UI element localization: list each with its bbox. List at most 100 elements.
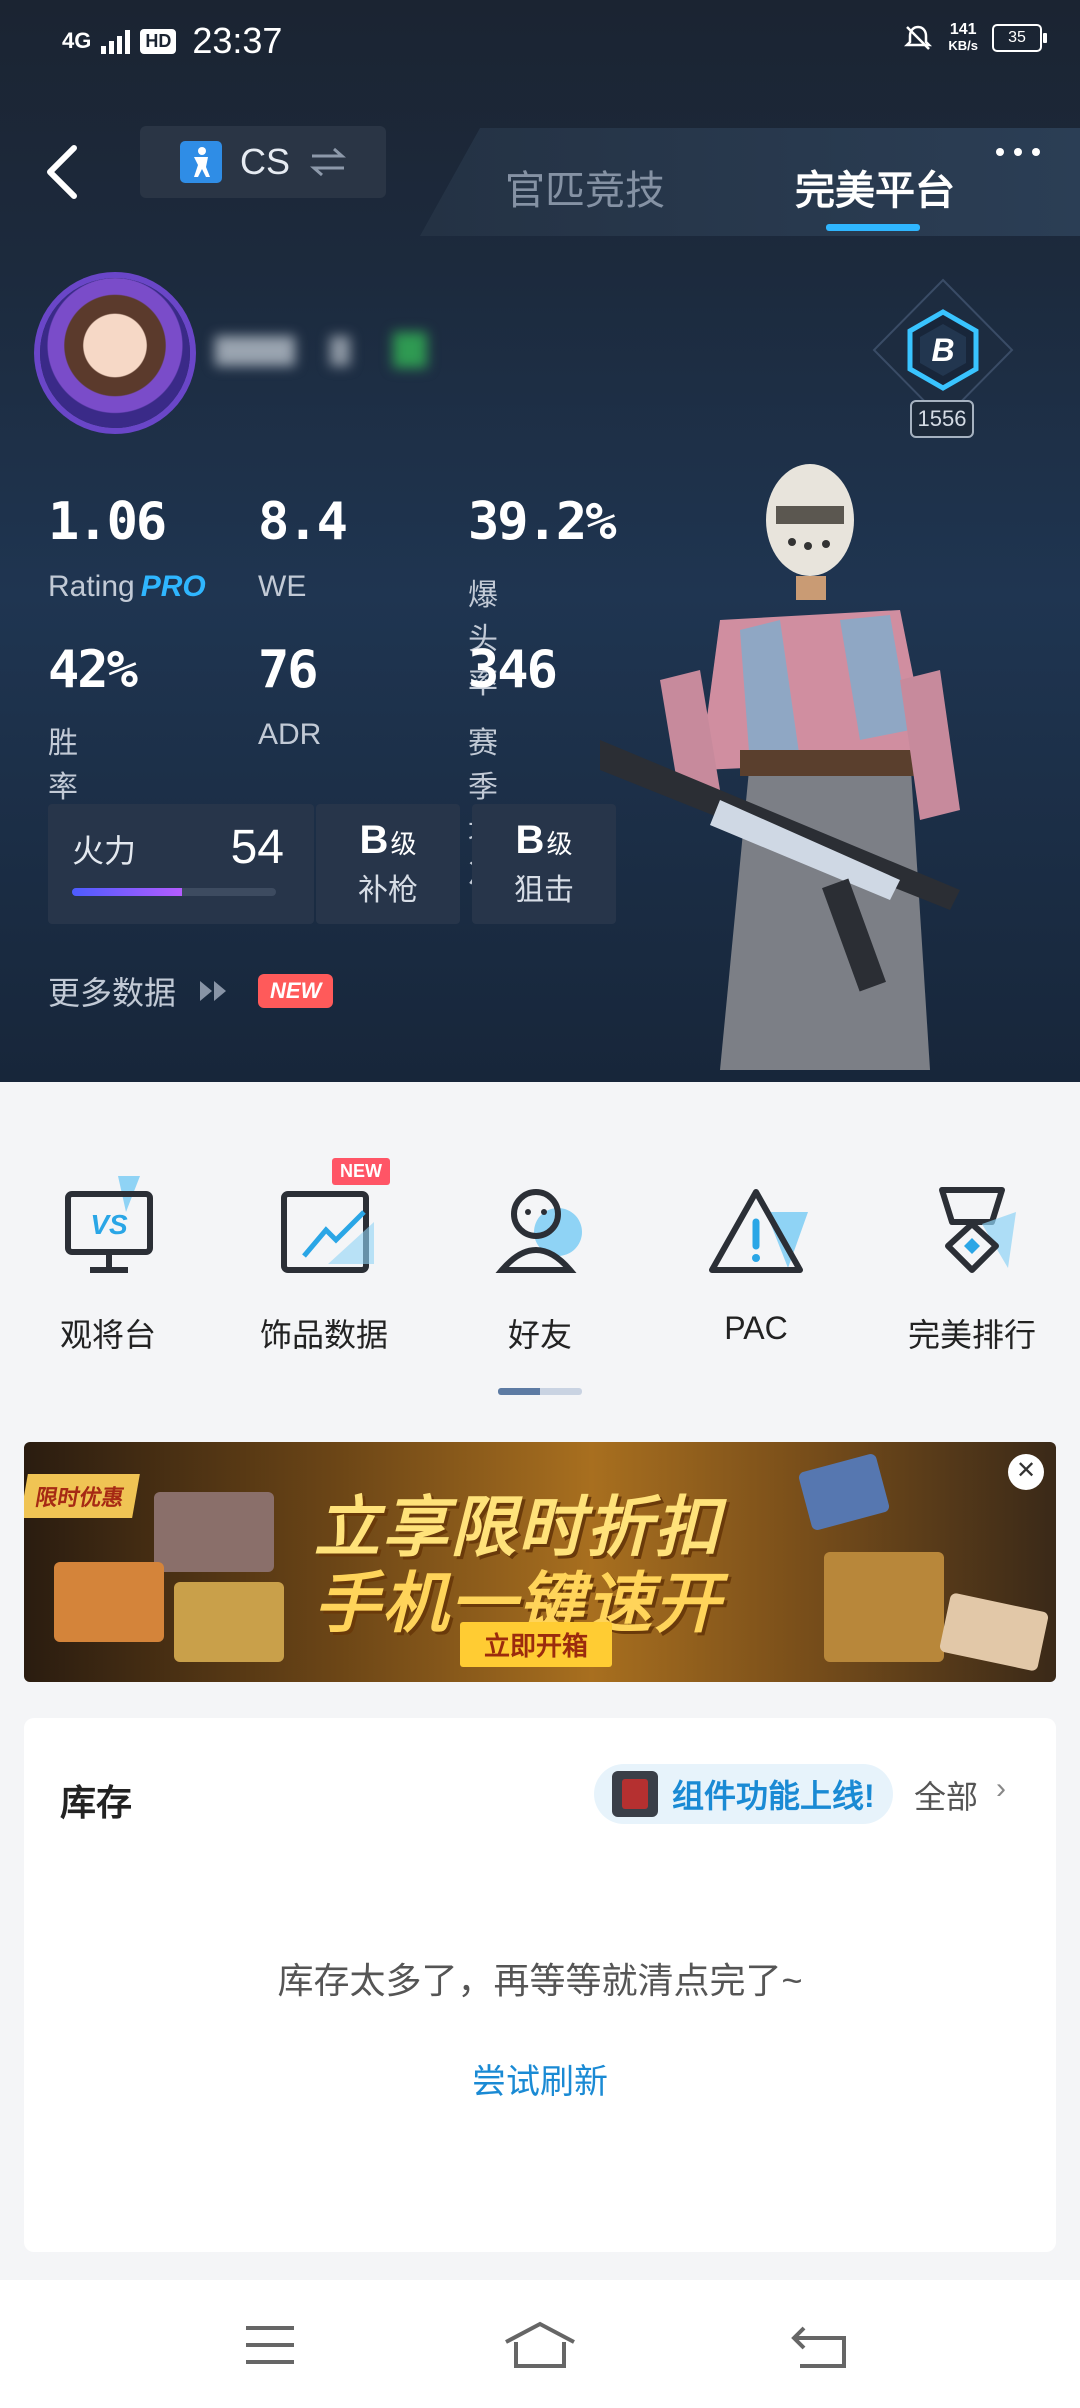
warning-icon xyxy=(709,1189,808,1273)
grade-label: 狙击 xyxy=(514,874,574,907)
open-crate-button[interactable]: 立即开箱 xyxy=(460,1622,613,1667)
back-arrow-icon xyxy=(47,145,77,199)
crate-image xyxy=(824,1552,944,1662)
more-data-link[interactable]: 更多数据 NEW xyxy=(48,968,334,1014)
stat-winrate-value: 42% xyxy=(48,640,138,700)
game-switcher[interactable]: CS xyxy=(140,126,386,198)
profile-hero: 4G HD 23:37 141 KB/s 35 CS 官匹竞技 完美平台 B 1… xyxy=(0,0,1080,1082)
grade-suffix: 级 xyxy=(546,829,573,859)
back-button[interactable] xyxy=(38,130,98,210)
stat-adr-label: ADR xyxy=(258,718,322,751)
username-blurred xyxy=(215,332,435,370)
stat-winrate-label: 胜率 xyxy=(48,727,78,804)
vs-monitor-icon: VS xyxy=(65,1176,153,1273)
retry-refresh-link[interactable]: 尝试刷新 xyxy=(24,2054,1056,2103)
more-options-button[interactable] xyxy=(996,148,1040,156)
shortcut-label: 观将台 xyxy=(59,1317,156,1353)
firepower-value: 54 xyxy=(230,821,284,874)
status-bar: 4G HD 23:37 141 KB/s 35 xyxy=(0,0,1080,90)
tab-perfect-platform[interactable]: 完美平台 xyxy=(795,158,955,216)
widget-feature-pill[interactable]: 组件功能上线! xyxy=(594,1764,893,1824)
shortcut-ranking[interactable]: 完美排行 xyxy=(864,1172,1080,1356)
banner-tag: 限时优惠 xyxy=(24,1474,140,1518)
chevron-right-icon: › xyxy=(996,1772,1006,1805)
dot-icon xyxy=(1032,148,1040,156)
swap-icon xyxy=(310,147,346,177)
stat-rating-value: 1.06 xyxy=(48,492,167,552)
mute-icon xyxy=(904,25,933,50)
view-all-link[interactable]: 全部 xyxy=(914,1772,978,1818)
inventory-title: 库存 xyxy=(60,1782,133,1823)
back-nav-icon[interactable] xyxy=(790,2320,850,2370)
speed-value: 141 xyxy=(949,21,977,38)
shortcut-label: PAC xyxy=(724,1310,788,1346)
shortcut-observer[interactable]: VS 观将台 xyxy=(0,1172,216,1356)
crate-image xyxy=(174,1582,284,1662)
user-avatar[interactable] xyxy=(40,278,190,428)
rank-letter: B xyxy=(931,332,954,368)
more-data-label: 更多数据 xyxy=(48,975,177,1011)
dot-icon xyxy=(996,148,1004,156)
signal-icon xyxy=(101,28,131,54)
shortcut-label: 好友 xyxy=(507,1317,572,1353)
svg-text:VS: VS xyxy=(90,1209,128,1240)
system-navigation-bar xyxy=(0,2280,1080,2408)
top-nav: CS 官匹竞技 完美平台 xyxy=(0,118,1080,238)
shortcut-label: 饰品数据 xyxy=(259,1317,388,1353)
network-type: 4G xyxy=(62,28,92,53)
grade-letter: B xyxy=(515,818,545,862)
active-tab-indicator xyxy=(826,224,920,231)
grade-label: 补枪 xyxy=(358,874,418,907)
home-icon[interactable] xyxy=(500,2320,580,2370)
new-badge: NEW xyxy=(332,1158,390,1185)
player-character-illustration xyxy=(600,464,960,1070)
network-speed: 141 KB/s xyxy=(948,22,978,54)
crate-image xyxy=(154,1492,274,1572)
pro-badge: PRO xyxy=(140,570,206,603)
shortcut-pac[interactable]: PAC xyxy=(648,1172,864,1347)
page-indicator xyxy=(498,1388,582,1395)
menu-icon[interactable] xyxy=(240,2320,300,2370)
firepower-bar xyxy=(72,888,276,896)
stat-rating-text: Rating xyxy=(48,570,135,603)
shortcut-friends[interactable]: 好友 xyxy=(432,1172,648,1356)
promo-banner[interactable]: 限时优惠 立享限时折扣 手机一键速开 立即开箱 ✕ xyxy=(24,1442,1056,1682)
speed-unit: KB/s xyxy=(948,38,978,53)
grade-card-trade[interactable]: B级 补枪 xyxy=(316,804,460,924)
dot-icon xyxy=(1014,148,1022,156)
grade-card-sniper[interactable]: B级 狙击 xyxy=(472,804,616,924)
chart-icon xyxy=(281,1191,374,1273)
firepower-label: 火力 xyxy=(72,833,137,869)
card-image xyxy=(938,1592,1050,1672)
widget-feature-text: 组件功能上线! xyxy=(672,1778,875,1814)
stat-headshot-value: 39.2% xyxy=(468,492,617,552)
stat-matches-value: 346 xyxy=(468,640,558,700)
clock: 23:37 xyxy=(192,20,283,61)
shortcut-label: 完美排行 xyxy=(907,1317,1036,1353)
widget-icon xyxy=(612,1771,658,1817)
close-icon[interactable]: ✕ xyxy=(1008,1454,1044,1490)
double-arrow-icon xyxy=(200,981,227,1001)
inventory-card: 库存 组件功能上线! 全部 › 库存太多了，再等等就清点完了~ 尝试刷新 xyxy=(24,1718,1056,2252)
firepower-card[interactable]: 火力 54 xyxy=(48,804,314,924)
stat-we-label: WE xyxy=(258,570,307,603)
shortcut-grid: VS 观将台 NEW 饰品数据 好友 PAC 完美排行 xyxy=(0,1082,1080,1422)
stat-we-value: 8.4 xyxy=(258,492,348,552)
new-badge: NEW xyxy=(258,974,334,1008)
tab-official-match[interactable]: 官匹竞技 xyxy=(505,158,665,216)
firepower-bar-fill xyxy=(72,888,183,896)
stat-adr-value: 76 xyxy=(258,640,319,700)
grade-suffix: 级 xyxy=(390,829,417,859)
crate-image xyxy=(54,1562,164,1642)
game-name: CS xyxy=(240,141,291,182)
hd-icon: HD xyxy=(140,28,177,54)
grade-letter: B xyxy=(359,818,389,862)
battery-icon: 35 xyxy=(992,24,1047,52)
stat-rating-label: Rating PRO xyxy=(48,570,206,604)
ticket-image xyxy=(797,1452,891,1532)
friends-icon xyxy=(495,1189,582,1273)
inventory-empty-message: 库存太多了，再等等就清点完了~ xyxy=(277,1960,803,2001)
shortcut-skin-data[interactable]: NEW 饰品数据 xyxy=(216,1158,432,1356)
medal-icon xyxy=(939,1187,1016,1273)
cs-game-icon xyxy=(180,141,222,183)
